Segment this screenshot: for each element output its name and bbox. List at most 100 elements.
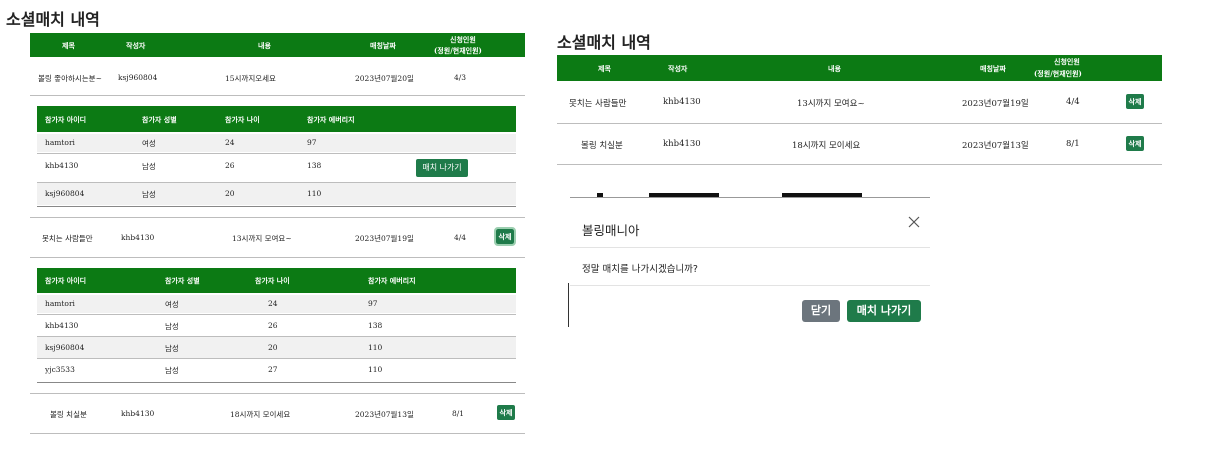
col-date: 매칭날짜 — [980, 64, 1006, 73]
participant-id: yjc3533 — [45, 365, 75, 374]
match-date: 2023년07월19일 — [962, 99, 1029, 109]
close-icon[interactable] — [907, 214, 921, 228]
col-count: 신청인원 — [450, 35, 476, 44]
match-content: 13시까지 모여요~ — [232, 234, 292, 243]
participant-age: 24 — [268, 299, 278, 308]
pcol-id: 참가자 아이디 — [45, 276, 87, 285]
participant-gender: 남성 — [142, 190, 156, 199]
pcol-id: 참가자 아이디 — [45, 115, 87, 124]
pcol-age: 참가자 나이 — [255, 276, 290, 285]
leave-match-button[interactable]: 매치 나가기 — [416, 159, 468, 177]
list-item: hamtori 여성 24 97 — [37, 134, 516, 152]
col-author: 작성자 — [126, 41, 146, 50]
participant-id: ksj960804 — [45, 189, 85, 198]
left-match-table-header: 제목 작성자 내용 매칭날짜 신청인원 (정원/현재인원) — [30, 33, 525, 57]
participant-gender: 남성 — [165, 344, 179, 353]
close-button[interactable]: 닫기 — [802, 300, 840, 322]
col-count: 신청인원 — [1054, 57, 1080, 66]
delete-button[interactable]: 삭제 — [1126, 94, 1144, 109]
participant-age: 24 — [225, 138, 235, 147]
list-item: ksj960804 남성 20 110 — [37, 337, 516, 358]
participant-table-header: 참가자 아이디 참가자 성별 참가자 나이 참가자 에버리지 — [37, 268, 516, 293]
participant-id: hamtori — [45, 138, 75, 147]
col-author: 작성자 — [668, 64, 688, 73]
pcol-age: 참가자 나이 — [225, 115, 260, 124]
match-title: 볼링 좋아하시는분~ — [38, 74, 102, 83]
modal-header-divider — [570, 247, 930, 248]
leave-match-confirm-button[interactable]: 매치 나가기 — [847, 300, 921, 322]
match-content: 13시까지 모여요~ — [797, 99, 865, 109]
modal-message: 정말 매치를 나가시겠습니까? — [582, 264, 698, 275]
match-date: 2023년07월19일 — [355, 234, 414, 243]
participant-age: 26 — [268, 321, 278, 330]
pcol-gender: 참가자 성별 — [165, 276, 200, 285]
participant-gender: 여성 — [142, 139, 156, 148]
delete-button[interactable]: 삭제 — [497, 405, 515, 420]
match-content: 18시까지 모이세요 — [792, 141, 861, 151]
match-date: 2023년07월13일 — [962, 141, 1029, 151]
participant-gender: 남성 — [142, 162, 156, 171]
match-author: khb4130 — [663, 97, 701, 107]
pcol-avg: 참가자 에버리지 — [307, 115, 355, 124]
col-date: 매칭날짜 — [370, 41, 396, 50]
participant-avg: 97 — [368, 299, 378, 308]
list-item: hamtori 여성 24 97 — [37, 295, 516, 313]
table-row[interactable]: 못치는 사람들만 khb4130 13시까지 모여요~ 2023년07월19일 … — [30, 218, 525, 256]
modal-title: 볼링매니아 — [582, 223, 640, 238]
divider — [30, 257, 525, 258]
list-item: khb4130 남성 26 138 — [37, 315, 516, 336]
match-count: 4/3 — [454, 73, 467, 82]
participant-table-header: 참가자 아이디 참가자 성별 참가자 나이 참가자 에버리지 — [37, 106, 516, 132]
match-count: 4/4 — [1066, 97, 1080, 107]
list-item: ksj960804 남성 20 110 — [37, 183, 516, 205]
participant-gender: 남성 — [165, 322, 179, 331]
match-author: ksj960804 — [118, 73, 158, 82]
match-count: 8/1 — [452, 409, 465, 418]
col-content: 내용 — [258, 41, 271, 50]
match-author: khb4130 — [121, 233, 155, 242]
background-edge — [568, 283, 569, 327]
participant-id: ksj960804 — [45, 343, 85, 352]
divider — [557, 164, 1162, 165]
participant-age: 20 — [268, 343, 278, 352]
divider — [30, 95, 525, 96]
participant-age: 27 — [268, 365, 278, 374]
match-content: 18시까지 모이세요 — [230, 410, 291, 419]
match-title: 볼링 치실분 — [50, 410, 87, 419]
right-page-title: 소셜매치 내역 — [557, 33, 651, 52]
delete-button[interactable]: 삭제 — [1126, 136, 1144, 151]
match-count: 8/1 — [1066, 139, 1080, 149]
participant-avg: 110 — [307, 189, 322, 198]
participant-gender: 여성 — [165, 300, 179, 309]
col-content: 내용 — [828, 64, 841, 73]
right-match-table-header: 제목 작성자 내용 매칭날짜 신청인원 (정원/현재인원) — [557, 55, 1162, 81]
participant-id: khb4130 — [45, 161, 79, 170]
match-count: 4/4 — [454, 233, 467, 242]
divider — [30, 433, 525, 434]
col-count-sub: (정원/현재인원) — [434, 46, 482, 55]
participant-gender: 남성 — [165, 366, 179, 375]
participant-id: hamtori — [45, 299, 75, 308]
table-row[interactable]: 볼링 치실분 khb4130 18시까지 모이세요 2023년07월13일 8/… — [557, 124, 1162, 164]
delete-button[interactable]: 삭제 — [494, 227, 516, 246]
match-content: 15시까지오세요 — [225, 74, 276, 83]
col-title: 제목 — [62, 41, 75, 50]
participant-age: 20 — [225, 189, 235, 198]
participant-age: 26 — [225, 161, 235, 170]
pcol-gender: 참가자 성별 — [142, 115, 177, 124]
divider — [37, 206, 516, 207]
match-author: khb4130 — [663, 139, 701, 149]
list-item: yjc3533 남성 27 110 — [37, 359, 516, 381]
table-row[interactable]: 볼링 좋아하시는분~ ksj960804 15시까지오세요 2023년07월20… — [30, 60, 525, 94]
participant-avg: 138 — [307, 161, 322, 170]
confirm-modal: 볼링매니아 정말 매치를 나가시겠습니까? 닫기 매치 나가기 — [570, 197, 930, 333]
participant-id: khb4130 — [45, 321, 79, 330]
modal-footer-divider — [570, 285, 930, 286]
match-title: 못치는 사람들만 — [569, 99, 627, 109]
col-count-sub: (정원/현재인원) — [1034, 69, 1082, 78]
participant-avg: 110 — [368, 343, 383, 352]
pcol-avg: 참가자 에버리지 — [368, 276, 416, 285]
list-item: khb4130 남성 26 138 매치 나가기 — [37, 154, 516, 182]
table-row[interactable]: 볼링 치실분 khb4130 18시까지 모이세요 2023년07월13일 8/… — [30, 394, 525, 432]
table-row[interactable]: 못치는 사람들만 khb4130 13시까지 모여요~ 2023년07월19일 … — [557, 82, 1162, 122]
